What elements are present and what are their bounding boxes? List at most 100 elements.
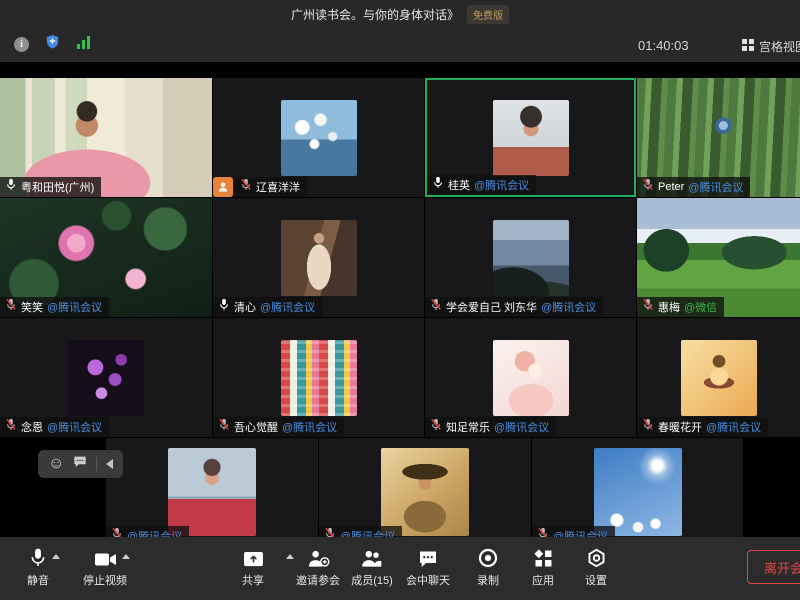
- participant-avatar: [493, 100, 569, 176]
- participant-label-row: 知足常乐@腾讯会议: [425, 417, 556, 437]
- participant-tile[interactable]: @腾讯会议: [106, 438, 318, 537]
- participant-tile[interactable]: 学会爱自己 刘东华@腾讯会议: [425, 198, 636, 317]
- participant-avatar: [594, 448, 682, 536]
- participant-tile[interactable]: 念恩@腾讯会议: [0, 318, 212, 437]
- participant-label-row: 念恩@腾讯会议: [0, 417, 109, 437]
- collapse-left-icon[interactable]: [106, 459, 113, 469]
- participant-label-row: 笑笑@腾讯会议: [0, 297, 109, 317]
- mic-muted-icon: [642, 298, 654, 316]
- participant-name-label: 桂英@腾讯会议: [427, 175, 536, 195]
- participant-label-row: Peter @腾讯会议: [637, 177, 750, 197]
- participant-avatar: [281, 220, 357, 296]
- participant-platform-suffix: @腾讯会议: [260, 299, 315, 315]
- participant-tile[interactable]: 桂英@腾讯会议: [425, 78, 636, 197]
- participant-name-label: 粤和田悦(广州): [0, 177, 101, 197]
- meeting-chat-button[interactable]: 会中聊天: [406, 546, 450, 588]
- title-row: 广州读书会。与你的身体对话》 免费版: [0, 0, 800, 28]
- participant-label-row: 春暖花开@腾讯会议: [637, 417, 768, 437]
- participant-name-label: 惠梅@微信: [637, 297, 724, 317]
- mic-muted-icon: [537, 527, 549, 537]
- view-mode-toggle[interactable]: 宫格视图: [742, 38, 800, 55]
- view-mode-label: 宫格视图: [759, 38, 800, 55]
- participant-platform-suffix: @腾讯会议: [47, 299, 102, 315]
- apps-label: 应用: [532, 572, 554, 588]
- record-button[interactable]: 录制: [477, 546, 499, 588]
- share-options-caret-icon[interactable]: [286, 554, 294, 559]
- mute-button[interactable]: 静音: [27, 546, 49, 588]
- mic-muted-icon: [218, 418, 230, 436]
- participant-tile[interactable]: 辽喜洋洋: [213, 78, 424, 197]
- apps-button[interactable]: 应用: [532, 546, 554, 588]
- participant-name-label: 清心@腾讯会议: [213, 297, 322, 317]
- leave-meeting-button[interactable]: 离开会议: [747, 550, 800, 584]
- participant-avatar: [493, 220, 569, 296]
- participant-platform-suffix: @腾讯会议: [688, 179, 743, 195]
- participant-name-label: 笑笑@腾讯会议: [0, 297, 109, 317]
- participant-avatar: [681, 340, 757, 416]
- participant-platform-suffix: @腾讯会议: [706, 419, 761, 435]
- participant-tile[interactable]: 惠梅@微信: [637, 198, 800, 317]
- mic-muted-icon: [430, 298, 442, 316]
- free-version-badge: 免费版: [467, 5, 509, 24]
- participant-name-label: 春暖花开@腾讯会议: [637, 417, 768, 437]
- participant-tile[interactable]: 粤和田悦(广州): [0, 78, 212, 197]
- participant-avatar: [281, 340, 357, 416]
- stop-video-button[interactable]: 停止视频: [83, 546, 127, 588]
- participant-name: 桂英: [448, 177, 470, 193]
- divider: [96, 457, 97, 471]
- participant-tile[interactable]: 春暖花开@腾讯会议: [637, 318, 800, 437]
- participant-name: 辽喜洋洋: [256, 179, 300, 195]
- participant-name-label: 吾心觉醒@腾讯会议: [213, 417, 344, 437]
- participant-platform-suffix: @腾讯会议: [47, 419, 102, 435]
- invite-label: 邀请参会: [296, 572, 340, 588]
- mic-muted-icon: [324, 527, 336, 537]
- members-icon: [361, 546, 384, 568]
- participant-platform-suffix: @微信: [684, 299, 717, 315]
- emoji-reaction-icon[interactable]: ☺: [48, 456, 64, 472]
- mic-on-icon: [5, 178, 17, 196]
- participant-tile[interactable]: 吾心觉醒@腾讯会议: [213, 318, 424, 437]
- participant-tile[interactable]: 清心@腾讯会议: [213, 198, 424, 317]
- participant-avatar: [493, 340, 569, 416]
- share-screen-icon: [243, 546, 264, 568]
- status-icons: i: [14, 34, 91, 54]
- mic-muted-icon: [111, 527, 123, 537]
- share-screen-button[interactable]: 共享: [242, 546, 264, 588]
- invite-button[interactable]: 邀请参会: [296, 546, 340, 588]
- settings-icon: [587, 546, 606, 568]
- participant-tile[interactable]: 知足常乐@腾讯会议: [425, 318, 636, 437]
- participant-name-label: 辽喜洋洋: [235, 177, 307, 197]
- participant-name: Peter: [658, 181, 684, 193]
- participant-avatar: [168, 448, 256, 536]
- participant-name: 粤和田悦(广州): [21, 179, 94, 195]
- participant-tile[interactable]: @腾讯会议: [532, 438, 743, 537]
- mic-on-icon: [432, 176, 444, 194]
- participant-name: 清心: [234, 299, 256, 315]
- host-badge-icon: [213, 177, 233, 197]
- camera-icon: [94, 546, 117, 568]
- chat-bubble-icon[interactable]: [73, 455, 87, 473]
- participant-platform-suffix: @腾讯会议: [340, 528, 395, 537]
- settings-button[interactable]: 设置: [585, 546, 607, 588]
- participant-tile[interactable]: 笑笑@腾讯会议: [0, 198, 212, 317]
- participant-label-row: 辽喜洋洋: [213, 177, 307, 197]
- participant-platform-suffix: @腾讯会议: [541, 299, 596, 315]
- participant-label-row: @腾讯会议: [319, 526, 402, 537]
- record-label: 录制: [477, 572, 499, 588]
- mute-label: 静音: [27, 572, 49, 588]
- security-shield-icon[interactable]: [45, 34, 60, 54]
- members-button[interactable]: 成员(15): [351, 546, 393, 588]
- info-icon[interactable]: i: [14, 37, 29, 52]
- header-bar: 广州读书会。与你的身体对话》 免费版 i 01:40:03 宫格视图: [0, 0, 800, 62]
- network-signal-icon: [76, 35, 91, 54]
- meeting-timer: 01:40:03: [638, 38, 689, 53]
- mute-options-caret-icon[interactable]: [52, 554, 60, 559]
- microphone-icon: [29, 546, 47, 568]
- meeting-title: 广州读书会。与你的身体对话》: [291, 6, 459, 23]
- participant-tile[interactable]: @腾讯会议: [319, 438, 531, 537]
- video-options-caret-icon[interactable]: [122, 554, 130, 559]
- chat-label: 会中聊天: [406, 572, 450, 588]
- participant-tile[interactable]: Peter @腾讯会议: [637, 78, 800, 197]
- settings-label: 设置: [585, 572, 607, 588]
- apps-icon: [534, 546, 553, 568]
